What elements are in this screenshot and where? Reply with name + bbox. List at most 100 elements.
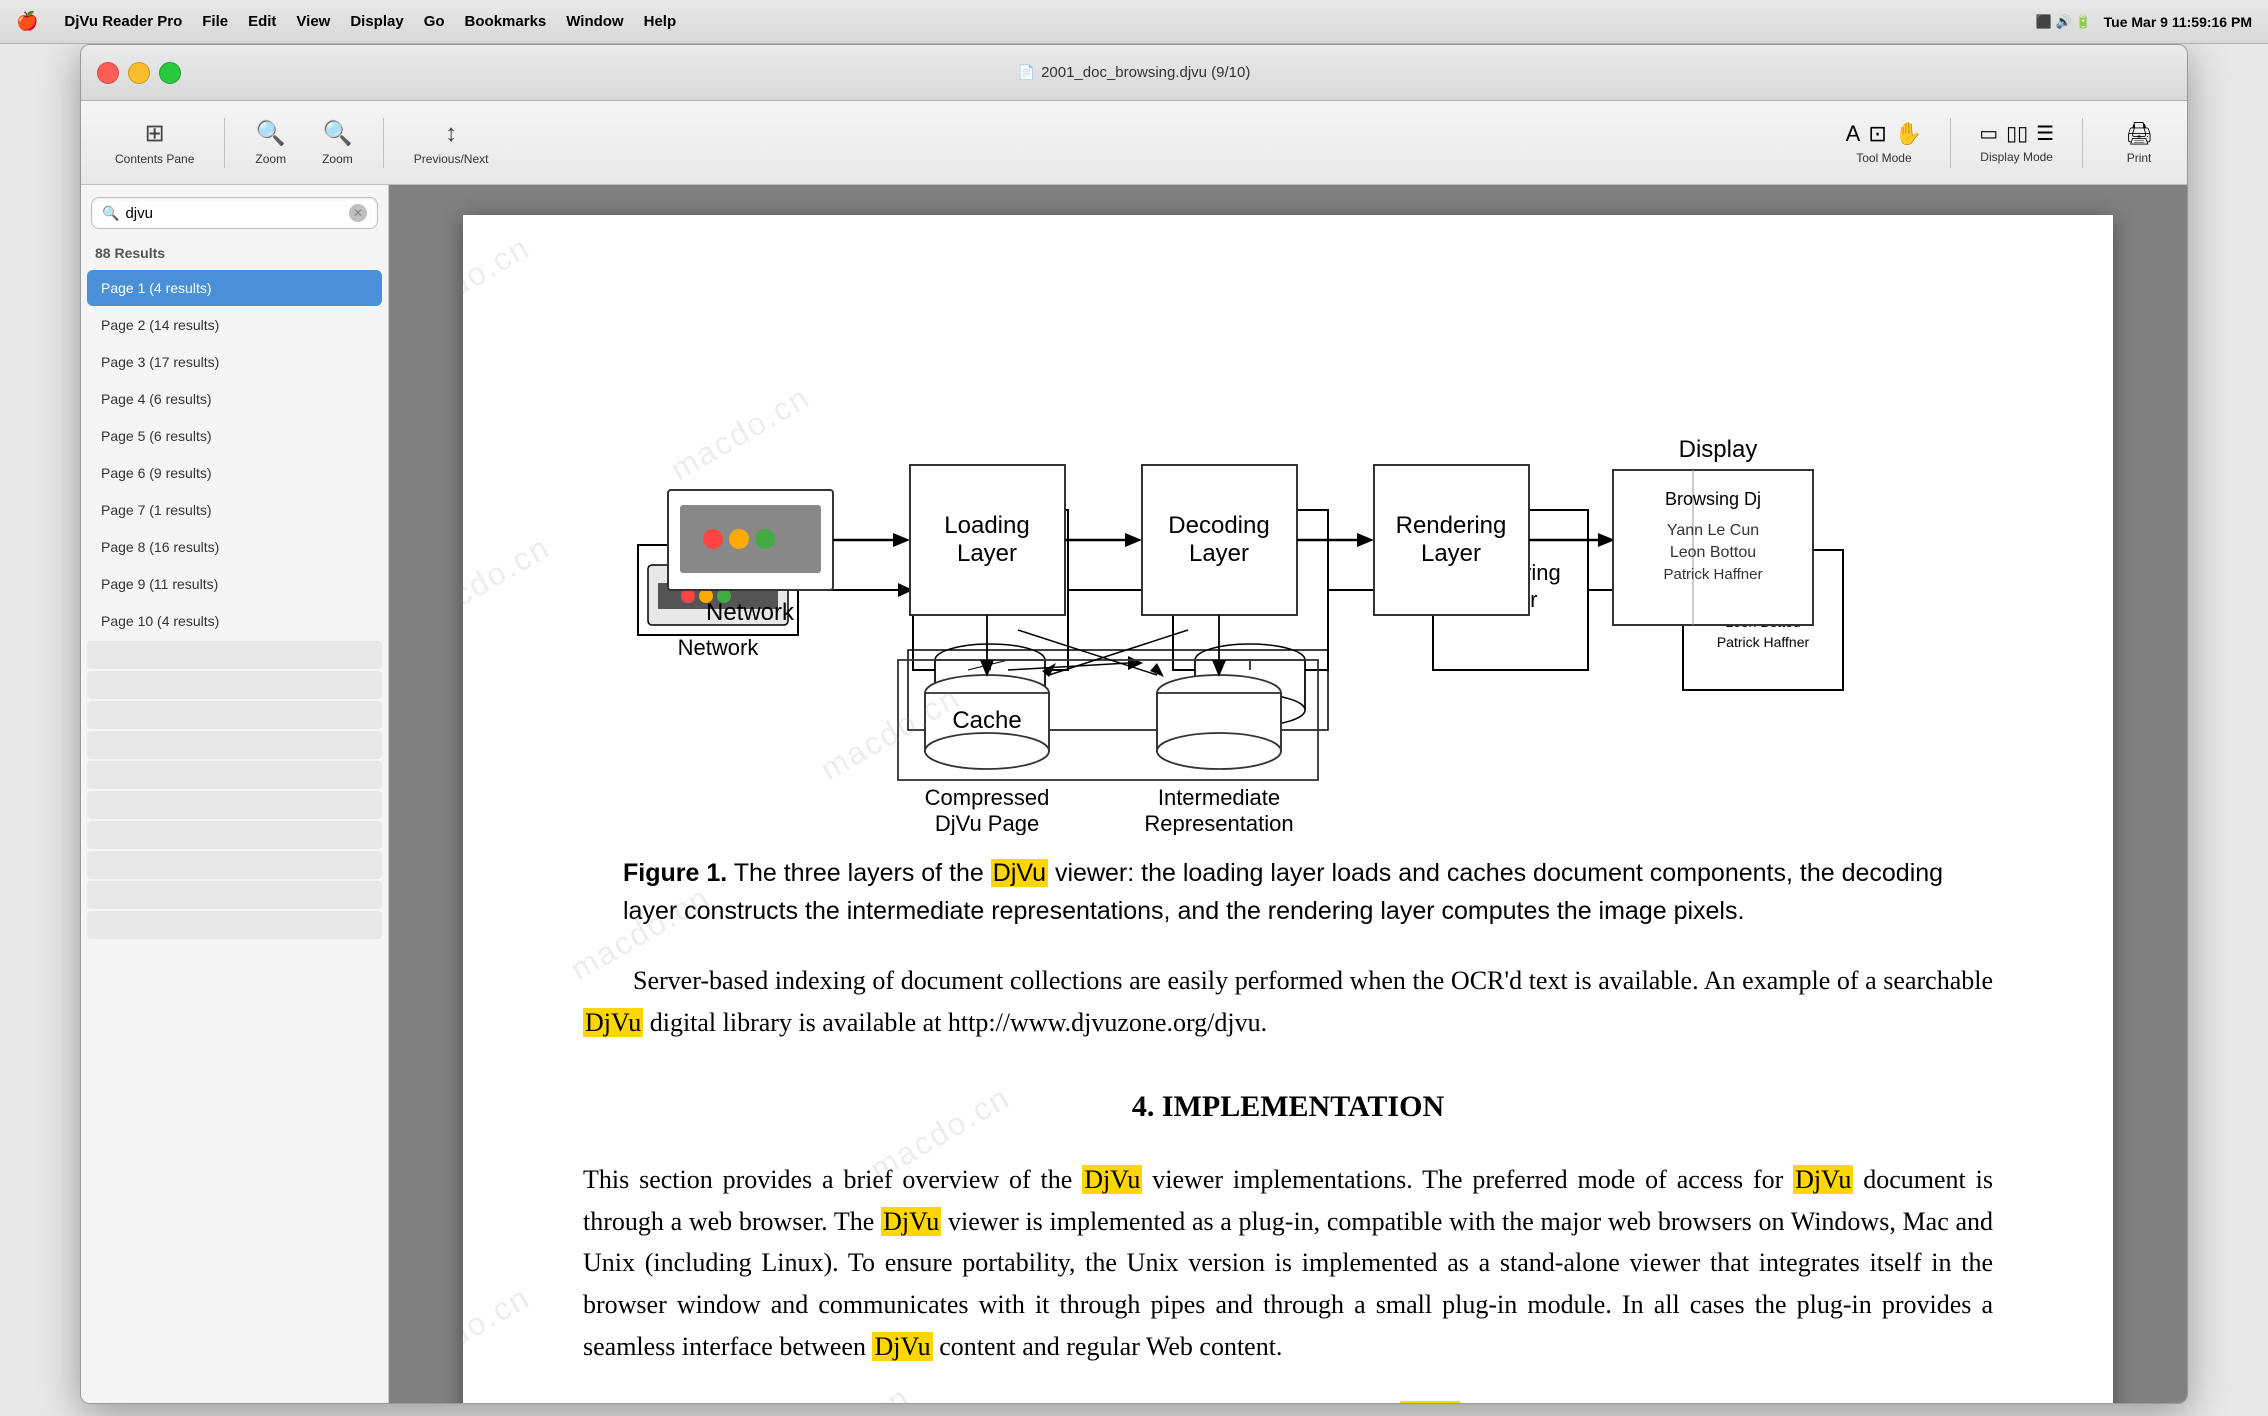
menu-bookmarks[interactable]: Bookmarks [455,11,557,32]
svg-text:Cache: Cache [952,707,1021,734]
sidebar-placeholder-7 [87,821,382,849]
window-title: 📄 2001_doc_browsing.djvu (9/10) [1018,64,1251,81]
text-tool-icon[interactable]: A [1846,121,1861,147]
server-paragraph: Server-based indexing of document collec… [583,960,1993,1043]
menu-file[interactable]: File [192,11,238,32]
titlebar: 📄 2001_doc_browsing.djvu (9/10) [81,45,2187,101]
sidebar-placeholder-1 [87,641,382,669]
toolbar-separator-2 [383,118,384,168]
djvu-highlight-2: DjVu [1793,1165,1853,1194]
prev-next-button[interactable]: ↕ Previous/Next [400,114,503,172]
result-page-4[interactable]: Page 4 (6 results) [87,381,382,417]
decoding-layer-node: Decoding Layer [1142,465,1297,615]
sidebar-placeholder-5 [87,761,382,789]
two-page-icon[interactable]: ▯▯ [2006,121,2028,146]
svg-text:Rendering: Rendering [1396,512,1507,539]
svg-text:Patrick Haffner: Patrick Haffner [1664,566,1763,583]
display-mode-label: Display Mode [1980,150,2053,164]
svg-text:Leon Bottou: Leon Bottou [1670,544,1756,561]
print-button[interactable]: 🖨 Print [2111,115,2167,171]
djvu-highlight-3: DjVu [881,1207,941,1236]
svg-text:Compressed: Compressed [925,785,1050,810]
result-page-7[interactable]: Page 7 (1 results) [87,492,382,528]
svg-text:DjVu Page: DjVu Page [935,811,1039,835]
search-box: 🔍 ✕ [91,197,378,229]
menu-window[interactable]: Window [556,11,633,32]
menu-go[interactable]: Go [414,11,455,32]
tool-mode-group: A ⊡ ✋ Tool Mode [1846,121,1923,165]
hand-tool-icon[interactable]: ✋ [1895,121,1922,147]
loading-layer-node: Loading Layer [910,465,1065,615]
result-page-1[interactable]: Page 1 (4 results) [87,270,382,306]
djvu-highlight-1: DjVu [1082,1165,1142,1194]
zoom-out-label: Zoom [255,152,286,166]
svg-text:Layer: Layer [1421,540,1481,567]
toolbar-separator-1 [224,118,225,168]
menubar: 🍎 DjVu Reader Pro File Edit View Display… [0,0,2268,44]
contents-pane-icon: ⊞ [145,119,165,148]
print-label: Print [2127,151,2152,165]
prev-next-icon: ↕ [445,120,457,148]
scroll-icon[interactable]: ☰ [2036,121,2054,146]
minimize-button[interactable] [128,62,150,84]
sidebar-placeholder-4 [87,731,382,759]
figure-text-before: The three layers of the [734,859,991,887]
zoom-out-icon: 🔍 [256,119,286,148]
svg-text:Yann Le Cun: Yann Le Cun [1667,522,1759,539]
menu-help[interactable]: Help [634,11,687,32]
section4-para2: This overview focuses on the decoding an… [583,1395,1993,1404]
sidebar-placeholder-6 [87,791,382,819]
toolbar-right: A ⊡ ✋ Tool Mode ▭ ▯▯ ☰ Display Mode 🖨 Pr… [1846,115,2167,171]
zoom-in-button[interactable]: 🔍 Zoom [308,113,367,172]
tool-mode-label: Tool Mode [1856,151,1911,165]
menubar-icons: ⬛ 🔊 🔋 [2036,14,2092,30]
contents-pane-button[interactable]: ⊞ Contents Pane [101,113,208,172]
document-body: Server-based indexing of document collec… [583,960,1993,1404]
results-count: 88 Results [81,241,388,269]
djvu-highlight-4: DjVu [872,1332,932,1361]
section4-title: 4. IMPLEMENTATION [583,1083,1993,1131]
search-input-wrapper: 🔍 ✕ [91,197,378,229]
svg-text:Display: Display [1679,436,1758,463]
result-page-6[interactable]: Page 6 (9 results) [87,455,382,491]
sidebar-placeholder-9 [87,881,382,909]
app-window: 📄 2001_doc_browsing.djvu (9/10) ⊞ Conten… [80,44,2188,1404]
menu-display[interactable]: Display [340,11,413,32]
result-page-9[interactable]: Page 9 (11 results) [87,566,382,602]
toolbar-separator-4 [2082,118,2083,168]
svg-text:Decoding: Decoding [1168,512,1269,539]
zoom-out-button[interactable]: 🔍 Zoom [241,113,300,172]
menu-view[interactable]: View [286,11,340,32]
sidebar: 🔍 ✕ 88 Results Page 1 (4 results) Page 2… [81,185,389,1404]
main-diagram: Network Loading Layer [638,395,1938,835]
apple-menu[interactable]: 🍎 [16,11,38,32]
contents-pane-label: Contents Pane [115,152,194,166]
search-input[interactable] [125,205,349,222]
single-page-icon[interactable]: ▭ [1979,121,1998,146]
svg-text:Loading: Loading [944,512,1029,539]
rendering-layer-node: Rendering Layer [1374,465,1529,615]
search-clear-button[interactable]: ✕ [349,204,367,222]
fullscreen-button[interactable] [159,62,181,84]
network-node: Network [668,490,833,626]
app-name[interactable]: DjVu Reader Pro [54,11,192,32]
diagram-wrapper: Network Loading Layer [583,395,1993,835]
document-view[interactable]: macdo.cn macdo.cn macdo.cn macdo.cn macd… [389,185,2187,1404]
search-icon: 🔍 [102,205,119,222]
figure-caption: Figure 1. The three layers of the DjVu v… [623,855,1953,930]
select-tool-icon[interactable]: ⊡ [1868,121,1886,147]
result-page-2[interactable]: Page 2 (14 results) [87,307,382,343]
close-button[interactable] [97,62,119,84]
zoom-in-label: Zoom [322,152,353,166]
result-page-8[interactable]: Page 8 (16 results) [87,529,382,565]
result-page-3[interactable]: Page 3 (17 results) [87,344,382,380]
result-page-10[interactable]: Page 10 (4 results) [87,603,382,639]
result-page-5[interactable]: Page 5 (6 results) [87,418,382,454]
figure-label: Figure 1. [623,859,727,887]
main-area: 🔍 ✕ 88 Results Page 1 (4 results) Page 2… [81,185,2187,1404]
menu-edit[interactable]: Edit [238,11,286,32]
display-mode-group: ▭ ▯▯ ☰ Display Mode [1979,121,2054,164]
display-mode-icons: ▭ ▯▯ ☰ [1979,121,2054,146]
prev-next-label: Previous/Next [414,152,489,166]
djvu-highlight-5: DjVu [1400,1401,1460,1404]
